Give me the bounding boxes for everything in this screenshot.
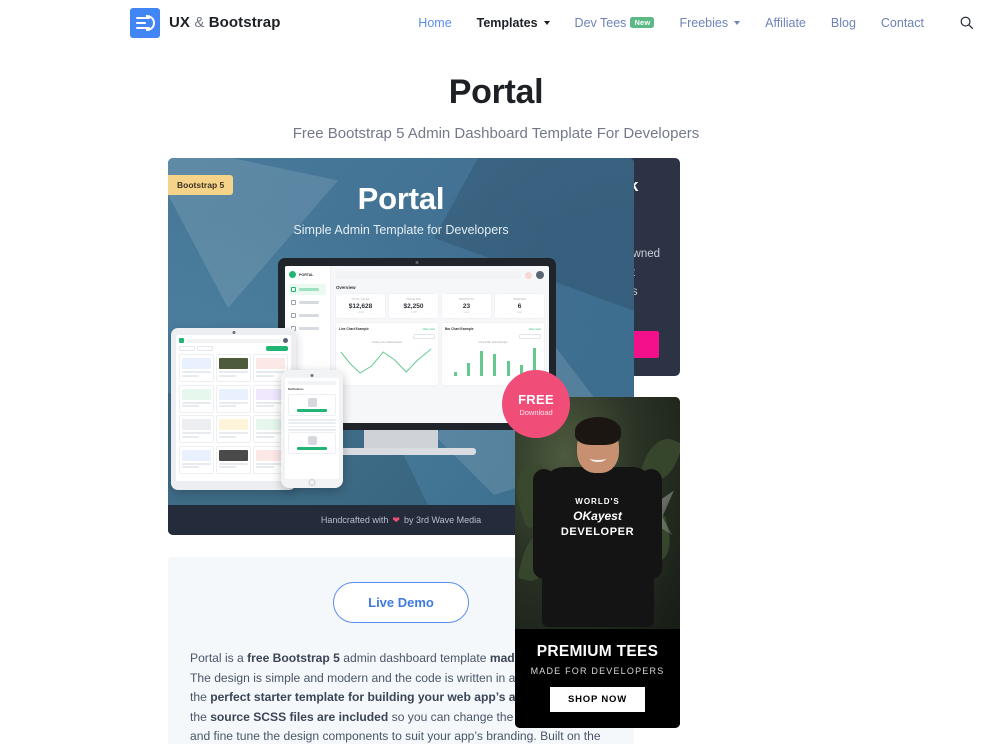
model-smile	[589, 455, 606, 462]
free-download-subtitle: Download	[519, 407, 553, 417]
nav-link-freebies[interactable]: Freebies	[679, 15, 741, 30]
dashboard-sidebar-item	[289, 284, 326, 295]
shop-now-button[interactable]: SHOP NOW	[549, 687, 645, 712]
preview-footer-suffix: by 3rd Wave Media	[403, 515, 482, 525]
bell-icon	[525, 271, 532, 279]
stat-card: VENDORS 6 total	[495, 294, 544, 318]
live-demo-button[interactable]: Live Demo	[333, 582, 469, 623]
dashboard-section-title: Overview	[336, 285, 356, 290]
chevron-down-icon	[543, 20, 550, 25]
monitor-base	[326, 448, 476, 455]
page-container: Bootstrap 5 Portal Simple Admin Template…	[0, 158, 992, 744]
stat-card: TARGETED $2,250 -1.2%	[389, 294, 438, 318]
nav-link-affiliate-label: Affiliate	[765, 15, 806, 30]
tablet-item-card	[216, 415, 251, 443]
tablet-item-grid	[179, 354, 288, 474]
dashboard-brand: PORTAL	[289, 271, 326, 278]
ad-premium-tees[interactable]: WORLD'S OKayest DEVELOPER PREMIUM TEES M…	[515, 397, 680, 728]
phone-card	[288, 394, 336, 416]
dashboard-logo-icon	[289, 271, 296, 278]
preview-title: Portal	[357, 181, 445, 216]
brand-name: UX & Bootstrap	[169, 14, 281, 31]
tablet-item-card	[179, 415, 214, 443]
monitor-stand	[364, 430, 438, 450]
phone-screen: Notifications	[285, 378, 339, 479]
page-subtitle: Free Bootstrap 5 Admin Dashboard Templat…	[292, 125, 700, 142]
hero-section: Portal Free Bootstrap 5 Admin Dashboard …	[0, 45, 992, 158]
stat-card: PRODUCTS 23 items	[442, 294, 491, 318]
nav-link-templates-label: Templates	[476, 15, 538, 30]
preview-bootstrap-badge: Bootstrap 5	[168, 175, 234, 195]
tablet-item-card	[216, 354, 251, 382]
phone-mockup: Notifications	[281, 370, 343, 488]
premium-tees-copy: PREMIUM TEES MADE FOR DEVELOPERS SHOP NO…	[515, 629, 680, 728]
phone-card	[288, 432, 336, 455]
brand-logo-link[interactable]: UX & Bootstrap	[130, 7, 281, 38]
dashboard-topbar	[336, 271, 544, 279]
free-download-title: FREE	[518, 391, 554, 407]
dashboard-sidebar-item	[289, 310, 326, 321]
nav-link-blog[interactable]: Blog	[831, 16, 856, 30]
tshirt-print-text: WORLD'S OKayest DEVELOPER	[560, 497, 635, 538]
ux-bootstrap-logo-icon	[130, 7, 160, 38]
tablet-toolbar	[179, 346, 288, 351]
free-download-badge[interactable]: FREE Download	[502, 370, 570, 438]
nav-link-affiliate[interactable]: Affiliate	[765, 16, 806, 30]
main-nav: Home Templates Dev Tees New Freebies Aff…	[418, 15, 974, 30]
tablet-topbar	[179, 338, 288, 343]
nav-link-freebies-label: Freebies	[679, 15, 729, 30]
webcam-dot-icon	[415, 261, 419, 264]
phone-home-button-icon	[308, 479, 316, 486]
tablet-camera-icon	[232, 331, 235, 334]
tablet-item-card	[216, 384, 251, 413]
premium-tees-title: PREMIUM TEES	[536, 643, 659, 660]
dashboard-stats: TOTAL SALES $12,628 +3.4% TARGETED $2,25…	[336, 294, 544, 318]
preview-footer-prefix: Handcrafted with	[320, 515, 389, 525]
nav-link-home[interactable]: Home	[418, 16, 451, 30]
dashboard-search-input	[336, 271, 521, 279]
nav-link-contact-label: Contact	[880, 15, 924, 30]
nav-link-contact[interactable]: Contact	[881, 16, 924, 30]
model-hair	[574, 417, 621, 445]
avatar	[536, 271, 544, 279]
dashboard-charts: Line Chart Example View more Chart.js Li…	[336, 323, 544, 385]
line-chart-card: Line Chart Example View more Chart.js Li…	[336, 323, 438, 385]
dashboard-sidebar-item	[289, 297, 326, 308]
line-chart-plot	[340, 348, 432, 374]
phone-camera-icon	[310, 373, 314, 377]
new-badge: New	[630, 16, 655, 29]
tablet-screen	[176, 335, 291, 481]
chart-range-select	[519, 334, 541, 339]
tablet-item-card	[179, 354, 214, 382]
heart-icon: ❤	[392, 514, 400, 525]
stat-card: TOTAL SALES $12,628 +3.4%	[336, 294, 385, 318]
tablet-item-card	[216, 445, 251, 474]
tablet-mockup	[171, 328, 296, 490]
search-icon[interactable]	[959, 15, 974, 30]
tablet-item-card	[179, 384, 214, 413]
nav-link-blog-label: Blog	[830, 15, 856, 30]
nav-link-dev-tees[interactable]: Dev Tees New	[575, 16, 655, 30]
preview-subtitle: Simple Admin Template for Developers	[293, 223, 509, 237]
model-tshirt	[541, 467, 654, 627]
chart-range-select	[413, 334, 435, 339]
nav-link-home-label: Home	[418, 15, 452, 30]
nav-link-dev-tees-label: Dev Tees	[574, 15, 627, 30]
nav-link-templates[interactable]: Templates	[477, 16, 550, 30]
chevron-down-icon	[734, 20, 741, 25]
page-title: Portal	[448, 73, 544, 111]
premium-tees-subtitle: MADE FOR DEVELOPERS	[530, 666, 665, 676]
navbar: UX & Bootstrap Home Templates Dev Tees N…	[0, 0, 992, 45]
tablet-item-card	[179, 445, 214, 474]
